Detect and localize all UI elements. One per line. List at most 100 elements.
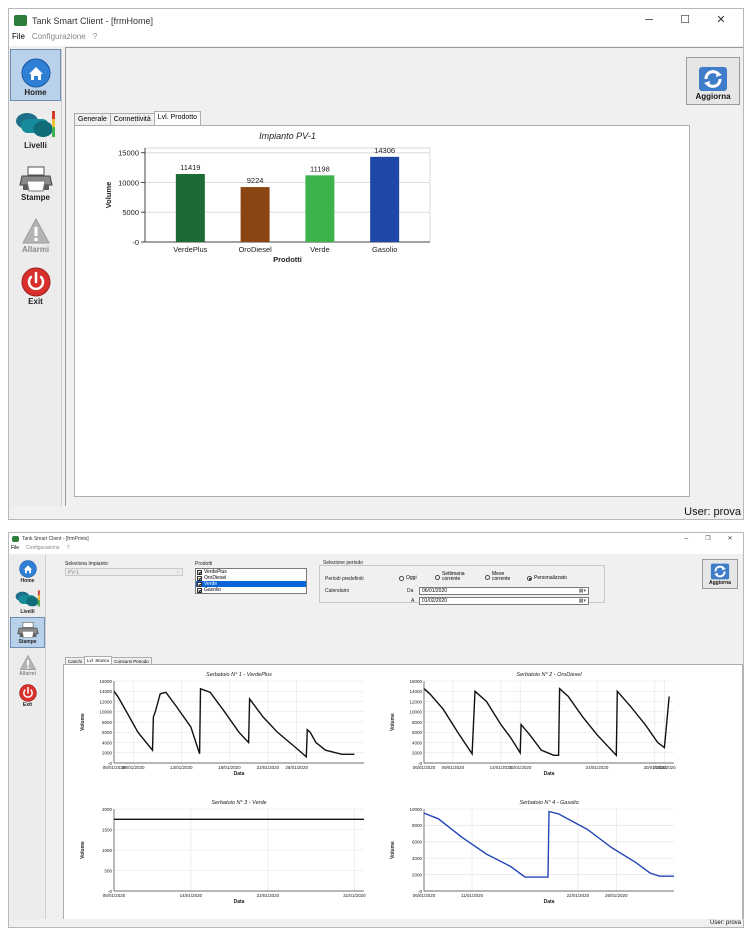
maximize-icon[interactable]: ☐ xyxy=(667,9,703,32)
x-tick-label: 24/01/2020 xyxy=(586,765,609,770)
checkbox-checked[interactable] xyxy=(197,569,202,575)
x-axis-label: Data xyxy=(234,899,245,905)
calendar-icon[interactable]: ▦▾ xyxy=(579,598,586,605)
y-tick-label: 8000 xyxy=(102,720,113,725)
sidebar: Home Livelli Stampe Allarmi Exit xyxy=(10,555,46,919)
title-bar: Tank Smart Client - [frmPrints] ─ ❐ ✕ xyxy=(9,533,743,545)
main-content: Aggiorna Generale Connettività Lvl. Prod… xyxy=(65,47,743,506)
app-icon xyxy=(14,15,27,26)
x-tick-label: 25/01/2020 xyxy=(285,765,308,770)
radio-mese[interactable]: Mese corrente xyxy=(485,572,527,582)
sidebar: Home Livelli Stampe Allarmi Exit xyxy=(10,49,62,507)
minimize-icon[interactable]: ─ xyxy=(675,533,697,545)
chart-title: Serbatoio N° 4 - Gasolio xyxy=(519,800,578,806)
calendar-icon[interactable]: ▦▾ xyxy=(579,588,586,595)
list-item[interactable]: Gasolio xyxy=(196,587,306,593)
impianto-select[interactable]: PV-1 ⌄ xyxy=(65,568,183,576)
checkbox-checked[interactable] xyxy=(197,575,202,581)
sidebar-item-label: Livelli xyxy=(24,141,47,150)
close-icon[interactable]: ✕ xyxy=(703,9,739,32)
menu-configurazione[interactable]: Configurazione xyxy=(32,32,86,46)
sidebar-item-home[interactable]: Home xyxy=(10,49,61,101)
y-tick-label: 4000 xyxy=(412,740,423,745)
sidebar-item-exit[interactable]: Exit xyxy=(10,257,61,309)
y-axis-label: Volume xyxy=(80,713,86,731)
sidebar-item-livelli[interactable]: Livelli xyxy=(10,101,61,153)
checkbox-checked[interactable] xyxy=(197,587,202,593)
impianto-label: Seleziona Impianto: xyxy=(65,561,109,567)
power-icon xyxy=(21,267,50,297)
y-axis-label: Volume xyxy=(104,182,113,209)
y-tick-label: 14000 xyxy=(99,689,112,694)
tab-carichi[interactable]: Carichi xyxy=(65,657,86,664)
menu-help[interactable]: ? xyxy=(93,32,97,46)
y-tick-label: 5000 xyxy=(122,208,139,217)
date-to-field[interactable]: 01/02/2020 ▦▾ xyxy=(419,597,589,605)
y-tick-label: 10000 xyxy=(409,710,422,715)
y-tick-label: 2000 xyxy=(102,807,113,812)
y-tick-label: 6000 xyxy=(412,730,423,735)
sidebar-item-stampe[interactable]: Stampe xyxy=(10,617,45,648)
x-tick-label: 06/01/2020 xyxy=(413,765,436,770)
y-tick-label: -0 xyxy=(132,238,139,247)
sidebar-item-stampe[interactable]: Stampe xyxy=(10,153,61,205)
tab-consumi-periodo[interactable]: Consumi Periodo xyxy=(111,657,152,664)
checkbox-checked[interactable] xyxy=(197,581,202,587)
sidebar-item-livelli[interactable]: Livelli xyxy=(10,586,45,617)
tank-1-chart: Serbatoio N° 1 - VerdePlus 16000 14000 1200… xyxy=(80,672,364,777)
x-tick-label: 31/01/2020 xyxy=(653,765,676,770)
x-axis-label: Data xyxy=(544,899,555,905)
home-window: Tank Smart Client - [frmHome] ─ ☐ ✕ File… xyxy=(8,8,744,520)
sidebar-item-allarmi[interactable]: Allarmi xyxy=(10,205,61,257)
x-tick-label: 16/01/2020 xyxy=(509,765,532,770)
user-status: User: prova xyxy=(684,506,741,518)
main-content: Seleziona Impianto: PV-1 ⌄ Prodotti Verd… xyxy=(47,555,743,920)
x-tick-label: OroDiesel xyxy=(238,245,272,254)
radio-label: Mese corrente xyxy=(492,571,511,582)
tab-generale[interactable]: Generale xyxy=(74,113,111,125)
refresh-button[interactable]: Aggiorna xyxy=(686,57,740,105)
home-icon xyxy=(18,560,37,578)
menu-file[interactable]: File xyxy=(12,32,25,46)
close-icon[interactable]: ✕ xyxy=(719,533,741,545)
minimize-icon[interactable]: ─ xyxy=(631,9,667,32)
sidebar-item-label: Exit xyxy=(22,702,33,708)
tab-connettivita[interactable]: Connettività xyxy=(109,113,155,125)
warning-icon xyxy=(21,217,50,244)
tab-lvl-prodotto[interactable]: Lvl. Prodotto xyxy=(153,111,202,125)
status-bar: User: prova xyxy=(9,506,743,519)
sidebar-item-home[interactable]: Home xyxy=(10,555,45,586)
radio-personalizzato[interactable]: Personalizzato xyxy=(527,575,567,581)
sidebar-item-exit[interactable]: Exit xyxy=(10,679,45,710)
y-tick-label: 4000 xyxy=(102,740,113,745)
product-level-chart: Impianto PV-115000100005000-011419VerdeP… xyxy=(104,131,431,264)
menu-file[interactable]: File xyxy=(11,545,19,554)
y-tick-label: 1000 xyxy=(102,848,113,853)
chart-title: Serbatoio N° 3 - Verde xyxy=(211,800,266,806)
bar xyxy=(370,156,400,242)
radio-oggi[interactable]: Oggi xyxy=(399,575,417,581)
refresh-button[interactable]: Aggiorna xyxy=(702,559,738,589)
x-tick-label: 14/01/2020 xyxy=(180,893,203,898)
date-from-field[interactable]: 06/01/2020 ▦▾ xyxy=(419,587,589,595)
menu-configurazione[interactable]: Configurazione xyxy=(26,545,60,554)
bar xyxy=(305,175,335,242)
menu-help[interactable]: ? xyxy=(67,545,70,554)
chevron-down-icon: ⌄ xyxy=(175,569,180,575)
tab-lvl-storico[interactable]: Lvl. Storico xyxy=(84,656,113,664)
y-tick-label: 8000 xyxy=(412,720,423,725)
radio-settimana[interactable]: Settimana corrente xyxy=(435,572,481,582)
status-bar: User: prova xyxy=(9,919,743,927)
y-tick-label: 2000 xyxy=(412,751,423,756)
list-item-label: Gasolio xyxy=(204,587,221,593)
menu-bar: File Configurazione ? xyxy=(9,545,743,554)
y-tick-label: 12000 xyxy=(99,699,112,704)
refresh-icon xyxy=(699,67,727,91)
x-tick-label: VerdePlus xyxy=(173,245,207,254)
chart-title: Impianto PV-1 xyxy=(259,131,316,141)
power-icon xyxy=(18,684,37,702)
date-from-value: 06/01/2020 xyxy=(422,588,448,594)
sidebar-item-allarmi[interactable]: Allarmi xyxy=(10,648,45,679)
impianto-value: PV-1 xyxy=(68,570,79,576)
restore-icon[interactable]: ❐ xyxy=(697,533,719,545)
